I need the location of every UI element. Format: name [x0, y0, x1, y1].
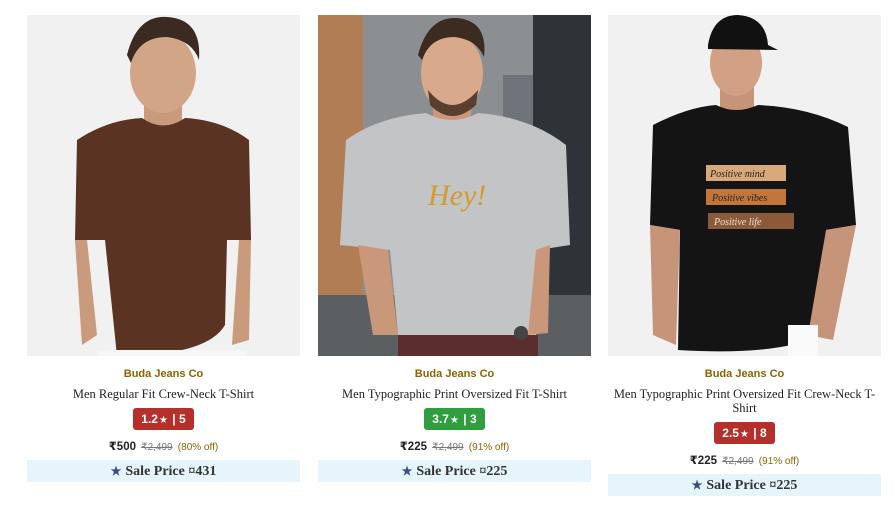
product-image[interactable]: Positive mind Positive vibes Positive li… [608, 15, 881, 356]
product-card[interactable]: Buda Jeans Co Men Regular Fit Crew-Neck … [27, 15, 300, 482]
selling-price: ₹225 [689, 455, 717, 467]
rating-badge: 3.7★ | 3 [424, 408, 485, 430]
brand-name: Buda Jeans Co [123, 368, 204, 380]
brand-name: Buda Jeans Co [704, 368, 785, 380]
star-icon: ★ [158, 415, 168, 426]
star-icon: ★ [401, 464, 413, 478]
sale-price-banner: ★ Sale Price ¤225 [318, 460, 591, 482]
review-count: 3 [470, 412, 477, 426]
rating-separator: | [172, 412, 176, 426]
rating-badge: 1.2★ | 5 [133, 408, 194, 430]
review-count: 8 [760, 426, 767, 440]
star-icon: ★ [691, 478, 703, 492]
print-text: Hey! [427, 179, 486, 212]
brand-name: Buda Jeans Co [414, 368, 495, 380]
discount-label: (91% off) [758, 456, 800, 467]
rating-value: 2.5 [722, 426, 739, 440]
mrp-price: ₹2,499 [141, 442, 173, 453]
sale-price-label: Sale Price ¤225 [706, 478, 798, 493]
review-count: 5 [179, 412, 186, 426]
selling-price: ₹225 [399, 441, 427, 453]
selling-price: ₹500 [108, 441, 136, 453]
price-row: ₹500 ₹2,499 (80% off) [27, 439, 300, 453]
product-title[interactable]: Men Regular Fit Crew-Neck T-Shirt [27, 387, 300, 401]
sale-price-banner: ★ Sale Price ¤225 [608, 474, 881, 496]
rating-value: 3.7 [432, 412, 449, 426]
rating-separator: | [753, 426, 757, 440]
print-line: Positive mind [709, 169, 766, 180]
rating-value: 1.2 [141, 412, 158, 426]
print-line: Positive life [713, 217, 762, 228]
star-icon: ★ [110, 464, 122, 478]
product-card[interactable]: Positive mind Positive vibes Positive li… [608, 15, 881, 496]
rating-separator: | [463, 412, 467, 426]
mrp-price: ₹2,499 [432, 442, 464, 453]
price-row: ₹225 ₹2,499 (91% off) [318, 439, 591, 453]
price-row: ₹225 ₹2,499 (91% off) [608, 453, 881, 467]
rating-badge: 2.5★ | 8 [714, 422, 775, 444]
star-icon: ★ [449, 415, 459, 426]
print-line: Positive vibes [711, 193, 767, 204]
star-icon: ★ [739, 429, 749, 440]
product-title[interactable]: Men Typographic Print Oversized Fit Crew… [608, 387, 881, 415]
mrp-price: ₹2,499 [722, 456, 754, 467]
discount-label: (80% off) [177, 442, 219, 453]
discount-label: (91% off) [468, 442, 510, 453]
sale-price-label: Sale Price ¤225 [416, 464, 508, 479]
product-title[interactable]: Men Typographic Print Oversized Fit T-Sh… [318, 387, 591, 401]
sale-price-banner: ★ Sale Price ¤431 [27, 460, 300, 482]
product-card[interactable]: Hey! Buda Jeans Co Men Typographic Print… [318, 15, 591, 482]
sale-price-label: Sale Price ¤431 [125, 464, 217, 479]
product-image[interactable] [27, 15, 300, 356]
product-image[interactable]: Hey! [318, 15, 591, 356]
